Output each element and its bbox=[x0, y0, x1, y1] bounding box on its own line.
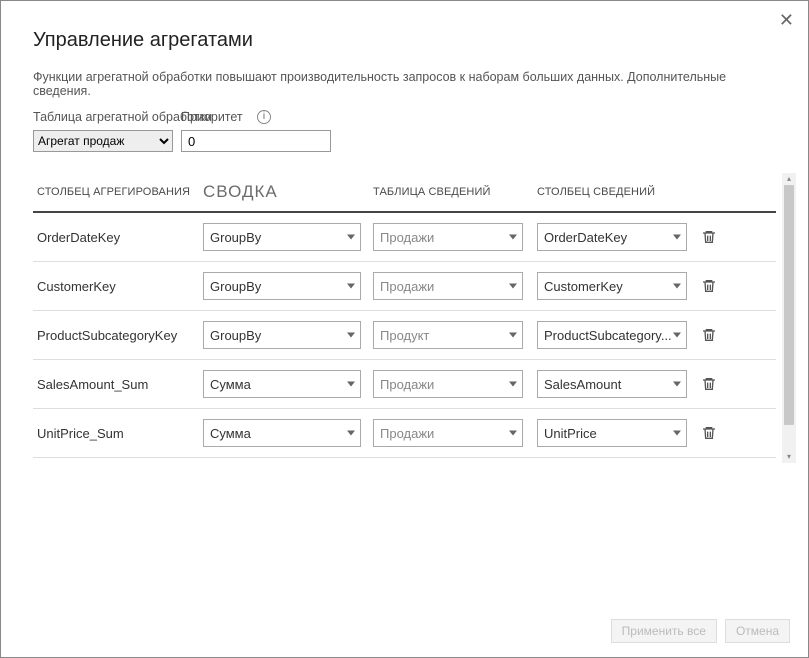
header-detail-column: СТОЛБЕЦ СВЕДЕНИЙ bbox=[537, 186, 695, 198]
aggregation-column-cell: CustomerKey bbox=[33, 279, 203, 294]
controls-row: Таблица агрегатной обработки Приоритет i… bbox=[33, 110, 776, 164]
table-row: SalesAmount_SumСумма Продажи SalesAmount bbox=[33, 360, 776, 409]
detail-table-select[interactable]: Продажи bbox=[373, 370, 523, 398]
grid-header: СТОЛБЕЦ АГРЕГИРОВАНИЯ СВОДКА ТАБЛИЦА СВЕ… bbox=[33, 173, 776, 213]
chevron-down-icon bbox=[673, 235, 681, 240]
chevron-down-icon bbox=[673, 431, 681, 436]
scrollbar-thumb[interactable] bbox=[784, 185, 794, 425]
detail-column-select[interactable]: SalesAmount bbox=[537, 370, 687, 398]
dialog-title: Управление агрегатами bbox=[33, 29, 776, 52]
chevron-down-icon bbox=[347, 235, 355, 240]
aggregation-grid: СТОЛБЕЦ АГРЕГИРОВАНИЯ СВОДКА ТАБЛИЦА СВЕ… bbox=[33, 172, 776, 458]
delete-icon[interactable] bbox=[701, 278, 717, 294]
detail-table-select[interactable]: Продажи bbox=[373, 419, 523, 447]
chevron-down-icon bbox=[509, 235, 517, 240]
header-aggregation-column: СТОЛБЕЦ АГРЕГИРОВАНИЯ bbox=[33, 186, 203, 198]
delete-icon[interactable] bbox=[701, 425, 717, 441]
delete-icon[interactable] bbox=[701, 229, 717, 245]
info-icon[interactable]: i bbox=[257, 110, 271, 124]
summary-select[interactable]: GroupBy bbox=[203, 223, 361, 251]
detail-column-select[interactable]: CustomerKey bbox=[537, 272, 687, 300]
chevron-down-icon bbox=[347, 382, 355, 387]
chevron-down-icon bbox=[509, 431, 517, 436]
chevron-down-icon bbox=[509, 333, 517, 338]
detail-table-select[interactable]: Продукт bbox=[373, 321, 523, 349]
dialog-footer: Применить все Отмена bbox=[611, 619, 790, 643]
table-row: ProductSubcategoryKeyGroupBy Продукт Produ… bbox=[33, 311, 776, 360]
table-row: OrderDateKeyGroupByПродажиOrderDateKey bbox=[33, 213, 776, 262]
chevron-down-icon bbox=[347, 431, 355, 436]
detail-table-select[interactable]: Продажи bbox=[373, 272, 523, 300]
chevron-down-icon bbox=[673, 382, 681, 387]
summary-select[interactable]: Сумма bbox=[203, 370, 361, 398]
aggregation-column-cell: OrderDateKey bbox=[33, 230, 203, 245]
delete-icon[interactable] bbox=[701, 327, 717, 343]
close-icon[interactable]: ✕ bbox=[779, 11, 794, 29]
table-row: CustomerKeyGroupByПродажиCustomerKey bbox=[33, 262, 776, 311]
scroll-down-icon[interactable]: ▾ bbox=[782, 451, 796, 463]
scroll-up-icon[interactable]: ▴ bbox=[782, 173, 796, 185]
chevron-down-icon bbox=[509, 382, 517, 387]
aggregation-column-cell: UnitPrice_Sum bbox=[33, 426, 203, 441]
chevron-down-icon bbox=[347, 284, 355, 289]
summary-select[interactable]: GroupBy bbox=[203, 272, 361, 300]
detail-column-select[interactable]: UnitPrice bbox=[537, 419, 687, 447]
chevron-down-icon bbox=[509, 284, 517, 289]
aggregation-column-cell: SalesAmount_Sum bbox=[33, 377, 203, 392]
table-row: UnitPrice_SumСумма Продажи UnitPrice bbox=[33, 409, 776, 458]
cancel-button[interactable]: Отмена bbox=[725, 619, 790, 643]
summary-select[interactable]: Сумма bbox=[203, 419, 361, 447]
detail-column-select[interactable]: OrderDateKey bbox=[537, 223, 687, 251]
delete-icon[interactable] bbox=[701, 376, 717, 392]
dialog-content: Управление агрегатами Функции агрегатной… bbox=[1, 1, 808, 458]
summary-select[interactable]: GroupBy bbox=[203, 321, 361, 349]
chevron-down-icon bbox=[673, 333, 681, 338]
detail-column-select[interactable]: ProductSubcategory... bbox=[537, 321, 687, 349]
priority-label: Приоритет bbox=[181, 110, 243, 124]
header-summary: СВОДКА bbox=[203, 182, 373, 202]
grid-body: OrderDateKeyGroupByПродажиOrderDateKeyCu… bbox=[33, 213, 776, 458]
scrollbar[interactable]: ▴ ▾ bbox=[782, 173, 796, 463]
aggregation-column-cell: ProductSubcategoryKey bbox=[33, 328, 203, 343]
apply-all-button[interactable]: Применить все bbox=[611, 619, 717, 643]
header-detail-table: ТАБЛИЦА СВЕДЕНИЙ bbox=[373, 186, 537, 198]
dialog-description: Функции агрегатной обработки повышают пр… bbox=[33, 70, 776, 98]
priority-input[interactable] bbox=[181, 130, 331, 152]
manage-aggregations-dialog: ✕ Управление агрегатами Функции агрегатн… bbox=[0, 0, 809, 658]
aggregation-table-select[interactable]: Агрегат продаж bbox=[33, 130, 173, 152]
detail-table-select[interactable]: Продажи bbox=[373, 223, 523, 251]
chevron-down-icon bbox=[673, 284, 681, 289]
chevron-down-icon bbox=[347, 333, 355, 338]
